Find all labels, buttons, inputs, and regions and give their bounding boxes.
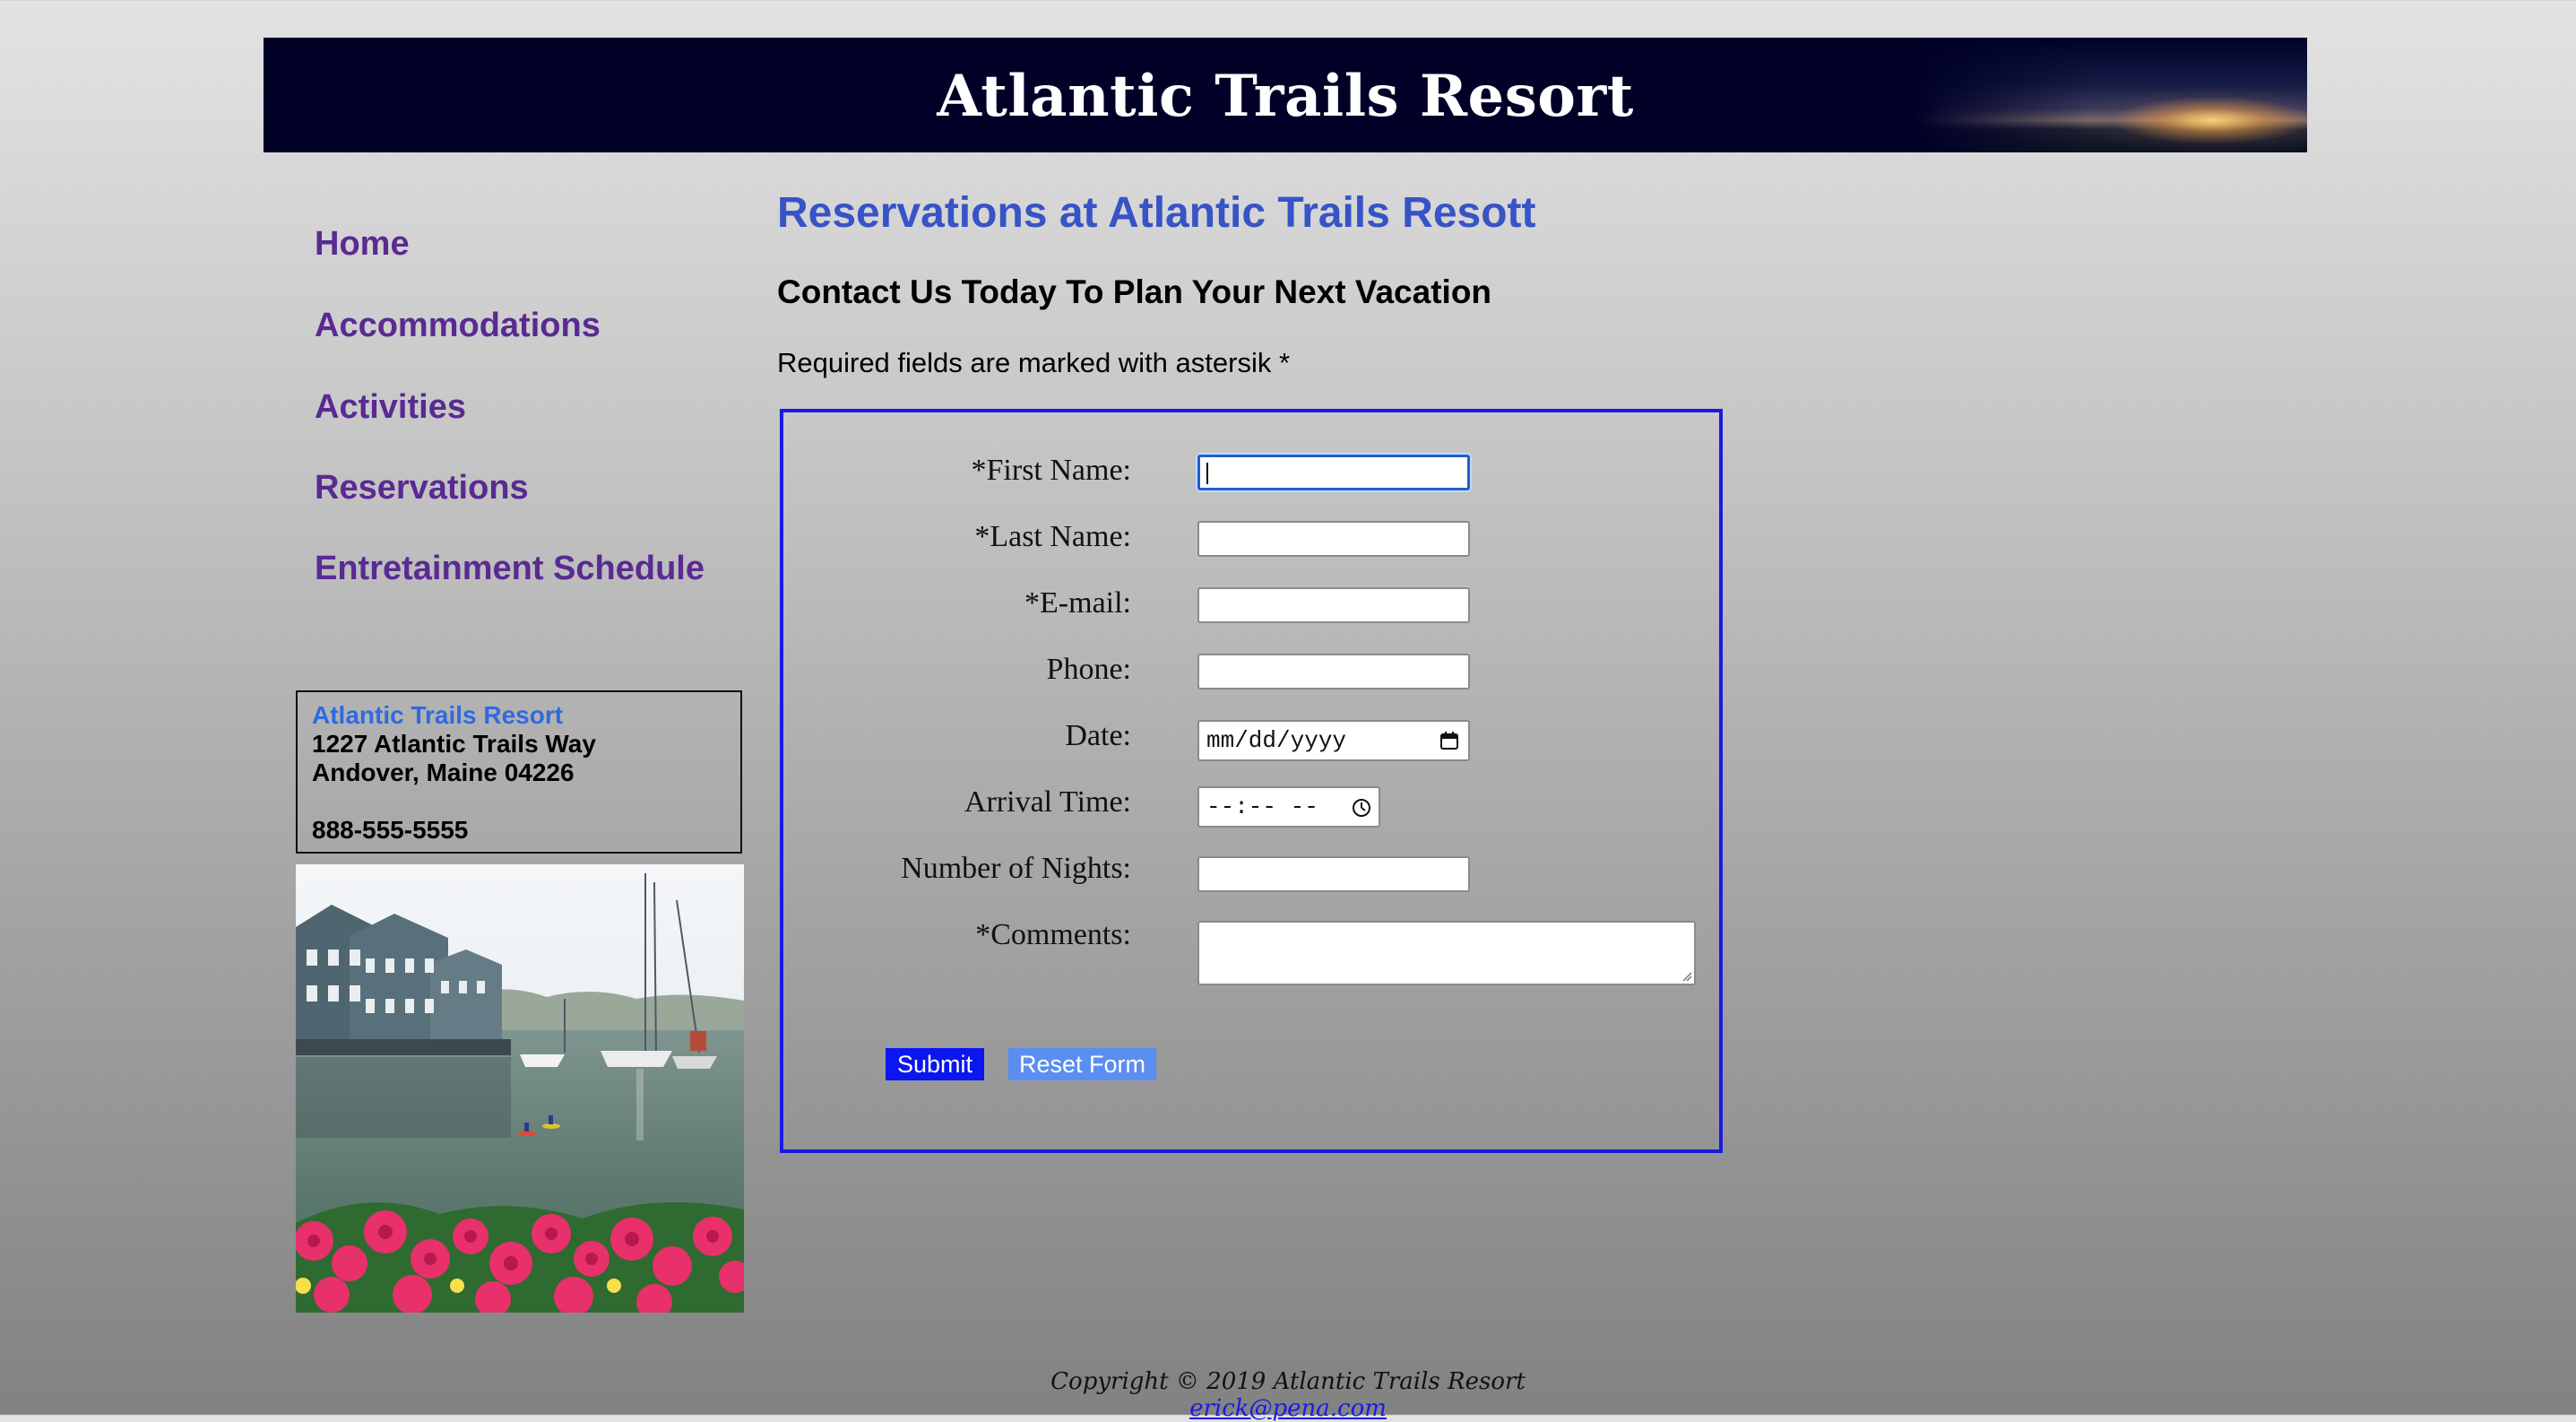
site-title: Atlantic Trails Resort [937,63,1634,130]
form-labels: *First Name: *Last Name: *E-mail: Phone:… [783,412,1131,1149]
number-of-nights-input[interactable] [1197,856,1470,892]
nav-link-activities[interactable]: Activities [315,387,466,427]
nav-link-entertainment-schedule[interactable]: Entretainment Schedule [315,549,705,588]
date-label: Date: [1065,719,1131,752]
email-label: *E-mail: [1024,586,1131,620]
address-name: Atlantic Trails Resort [312,701,564,729]
last-name-input[interactable] [1197,521,1470,557]
page-title: Reservations at Atlantic Trails Resott [777,189,1536,237]
site-header: Atlantic Trails Resort [264,38,2307,152]
nav-link-accommodations[interactable]: Accommodations [315,306,601,345]
arrival-time-input[interactable]: --:-- -- [1197,786,1380,828]
date-placeholder: mm/dd/yyyy [1206,727,1347,754]
nav-link-home[interactable]: Home [315,224,410,264]
comments-label: *Comments: [975,918,1131,951]
phone-label: Phone: [1046,653,1131,686]
footer-email-link[interactable]: erick@pena.com [0,1395,2576,1422]
arrival-time-label: Arrival Time: [964,785,1131,819]
email-input[interactable] [1197,587,1470,623]
nav-link-reservations[interactable]: Reservations [315,468,529,507]
reset-form-button[interactable]: Reset Form [1008,1048,1156,1080]
page-subtitle: Contact Us Today To Plan Your Next Vacat… [777,273,1492,310]
phone-input[interactable] [1197,654,1470,689]
harbor-photo [296,864,744,1313]
date-input[interactable]: mm/dd/yyyy [1197,720,1470,761]
clock-icon[interactable] [1352,798,1371,818]
reservation-form: *First Name: *Last Name: *E-mail: Phone:… [780,409,1723,1153]
last-name-label: *Last Name: [974,520,1131,553]
first-name-input[interactable] [1197,455,1470,490]
resize-grip-icon[interactable] [1681,971,1692,982]
address-box: Atlantic Trails Resort 1227 Atlantic Tra… [296,690,742,854]
site-footer: Copyright © 2019 Atlantic Trails Resort … [0,1368,2576,1422]
number-of-nights-label: Number of Nights: [901,852,1131,885]
first-name-label: *First Name: [971,454,1131,487]
address-phone: 888-555-5555 [312,816,469,844]
address-street: 1227 Atlantic Trails Way [312,730,596,758]
address-spacer [312,787,726,816]
address-city: Andover, Maine 04226 [312,759,575,786]
submit-button[interactable]: Submit [886,1048,984,1080]
required-fields-note: Required fields are marked with astersik… [777,347,1291,378]
copyright-text: Copyright © 2019 Atlantic Trails Resort [1050,1368,1526,1395]
arrival-time-placeholder: --:-- -- [1206,793,1318,820]
comments-textarea[interactable] [1197,921,1696,985]
calendar-icon[interactable] [1439,731,1459,750]
